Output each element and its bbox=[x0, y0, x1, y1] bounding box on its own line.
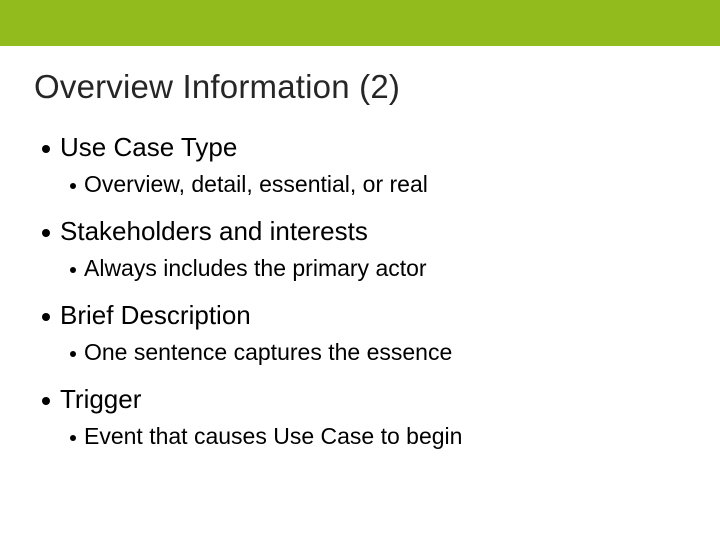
slide-content: Overview Information (2) Use Case Type O… bbox=[0, 46, 720, 450]
list-item: Event that causes Use Case to begin bbox=[34, 423, 686, 450]
bullet-icon bbox=[42, 229, 50, 237]
list-item: Trigger bbox=[34, 384, 686, 415]
item-label: Use Case Type bbox=[60, 132, 237, 163]
list-item: Stakeholders and interests bbox=[34, 216, 686, 247]
bullet-icon bbox=[70, 267, 76, 273]
item-sub: Event that causes Use Case to begin bbox=[84, 423, 462, 450]
accent-top-bar bbox=[0, 0, 720, 46]
list-item: One sentence captures the essence bbox=[34, 339, 686, 366]
list-item: Overview, detail, essential, or real bbox=[34, 171, 686, 198]
item-label: Trigger bbox=[60, 384, 141, 415]
bullet-icon bbox=[70, 351, 76, 357]
item-sub: Always includes the primary actor bbox=[84, 255, 427, 282]
bullet-icon bbox=[42, 397, 50, 405]
bullet-icon bbox=[42, 313, 50, 321]
item-label: Brief Description bbox=[60, 300, 251, 331]
bullet-icon bbox=[70, 183, 76, 189]
list-item: Use Case Type bbox=[34, 132, 686, 163]
slide-title: Overview Information (2) bbox=[34, 68, 686, 106]
bullet-icon bbox=[42, 145, 50, 153]
item-sub: Overview, detail, essential, or real bbox=[84, 171, 428, 198]
item-sub: One sentence captures the essence bbox=[84, 339, 452, 366]
bullet-icon bbox=[70, 435, 76, 441]
item-label: Stakeholders and interests bbox=[60, 216, 368, 247]
list-item: Brief Description bbox=[34, 300, 686, 331]
list-item: Always includes the primary actor bbox=[34, 255, 686, 282]
